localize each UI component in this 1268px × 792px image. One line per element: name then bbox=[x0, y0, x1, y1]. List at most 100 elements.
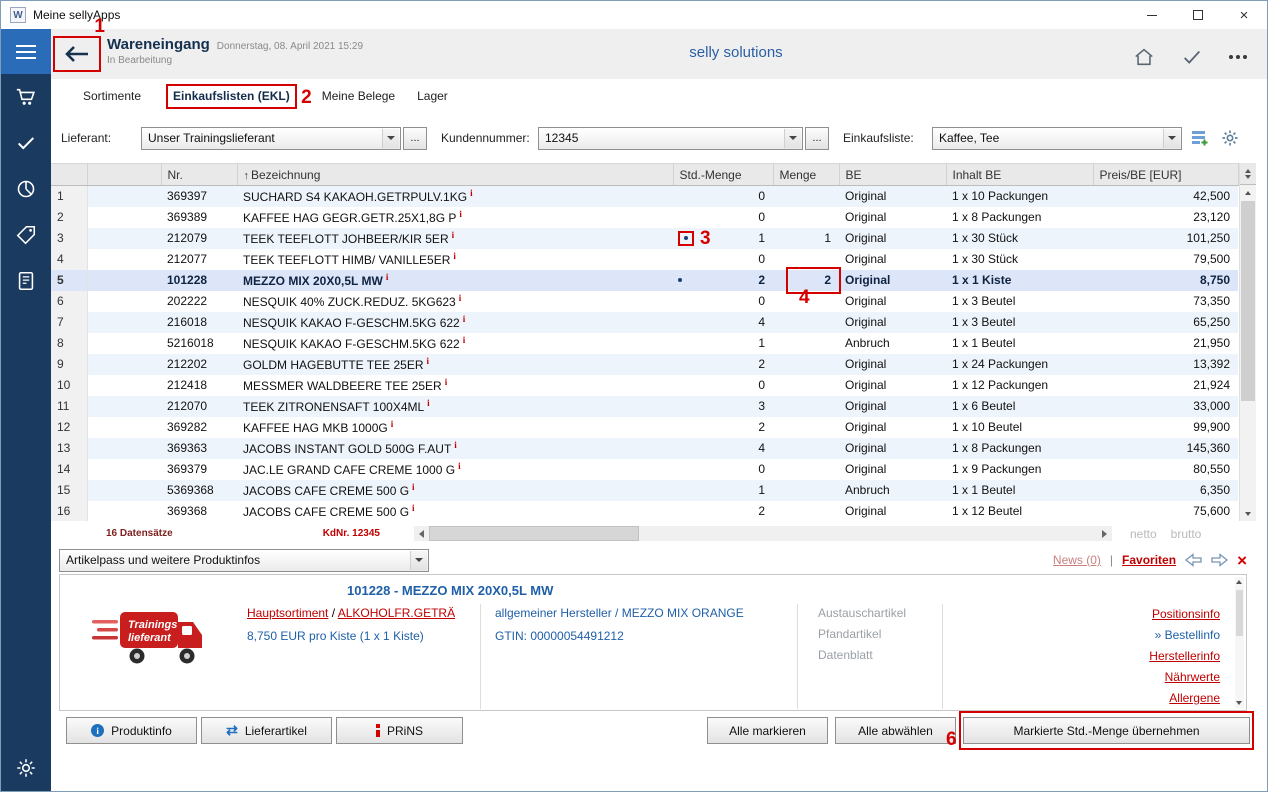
article-info-icon[interactable]: i bbox=[459, 209, 462, 219]
cell-menge[interactable] bbox=[773, 312, 839, 333]
kundennummer-more-button[interactable]: ... bbox=[805, 127, 829, 150]
cell-menge[interactable] bbox=[773, 291, 839, 312]
allergene-link[interactable]: Allergene bbox=[1169, 691, 1220, 705]
table-row[interactable]: 4212077TEEK TEEFLOTT HIMB/ VANILLE5ERi0O… bbox=[51, 249, 1238, 270]
article-info-icon[interactable]: i bbox=[427, 356, 430, 366]
article-info-icon[interactable]: i bbox=[452, 230, 455, 240]
article-info-icon[interactable]: i bbox=[470, 188, 473, 198]
cell-menge[interactable] bbox=[773, 375, 839, 396]
table-row[interactable]: 6202222NESQUIK 40% ZUCK.REDUZ. 5KG623i0O… bbox=[51, 291, 1238, 312]
col-std-menge[interactable]: Std.-Menge bbox=[673, 164, 773, 186]
minimize-button[interactable] bbox=[1129, 1, 1175, 29]
sidebar-item-prices[interactable] bbox=[1, 212, 51, 258]
article-info-icon[interactable]: i bbox=[454, 440, 457, 450]
table-row[interactable]: 85216018NESQUIK KAKAO F-GESCHM.5KG 622i1… bbox=[51, 333, 1238, 354]
cell-menge[interactable] bbox=[773, 417, 839, 438]
herstellerinfo-link[interactable]: Herstellerinfo bbox=[1149, 649, 1220, 663]
positionsinfo-link[interactable]: Positionsinfo bbox=[1152, 607, 1220, 621]
lieferant-more-button[interactable]: ... bbox=[403, 127, 427, 150]
table-row[interactable]: 13369363JACOBS INSTANT GOLD 500G F.AUTi4… bbox=[51, 438, 1238, 459]
scroll-down-icon[interactable] bbox=[1240, 506, 1256, 521]
table-row[interactable]: 11212070TEEK ZITRONENSAFT 100X4MLi3Origi… bbox=[51, 396, 1238, 417]
cell-menge[interactable] bbox=[773, 459, 839, 480]
detail-scrollbar-thumb[interactable] bbox=[1236, 590, 1243, 636]
alle-markieren-button[interactable]: Alle markieren bbox=[707, 717, 828, 744]
cell-menge[interactable] bbox=[773, 396, 839, 417]
maximize-button[interactable] bbox=[1175, 1, 1221, 29]
cell-menge[interactable] bbox=[773, 207, 839, 228]
cell-menge[interactable]: 1 bbox=[773, 228, 839, 249]
prins-button[interactable]: PRiNS bbox=[336, 717, 463, 744]
detail-scrollbar[interactable] bbox=[1235, 577, 1244, 708]
cell-menge[interactable] bbox=[773, 480, 839, 501]
sidebar-item-settings[interactable] bbox=[1, 745, 51, 791]
tab-lager[interactable]: Lager bbox=[417, 89, 448, 103]
tab-sortimente[interactable]: Sortimente bbox=[83, 89, 141, 103]
netto-toggle[interactable]: netto bbox=[1130, 527, 1157, 541]
naehrwerte-link[interactable]: Nährwerte bbox=[1165, 670, 1220, 684]
table-row[interactable]: 9212202GOLDM HAGEBUTTE TEE 25ERi2Origina… bbox=[51, 354, 1238, 375]
lieferartikel-button[interactable]: ⇄ Lieferartikel bbox=[201, 717, 332, 744]
einkaufsliste-select[interactable]: Kaffee, Tee bbox=[932, 127, 1182, 150]
produktinfo-button[interactable]: i Produktinfo bbox=[66, 717, 197, 744]
cell-menge[interactable] bbox=[773, 501, 839, 522]
table-row[interactable]: 7216018NESQUIK KAKAO F-GESCHM.5KG 622i4O… bbox=[51, 312, 1238, 333]
brutto-toggle[interactable]: brutto bbox=[1171, 527, 1202, 541]
scroll-right-icon[interactable] bbox=[1097, 526, 1112, 541]
cell-menge[interactable] bbox=[773, 333, 839, 354]
table-row[interactable]: 10212418MESSMER WALDBEERE TEE 25ERi0Orig… bbox=[51, 375, 1238, 396]
table-row[interactable]: 155369368JACOBS CAFE CREME 500 Gi1Anbruc… bbox=[51, 480, 1238, 501]
article-info-icon[interactable]: i bbox=[391, 419, 394, 429]
scroll-left-icon[interactable] bbox=[414, 526, 429, 541]
sidebar-item-statistics[interactable] bbox=[1, 166, 51, 212]
article-info-icon[interactable]: i bbox=[412, 503, 415, 513]
col-inhalt-be[interactable]: Inhalt BE bbox=[946, 164, 1093, 186]
table-row[interactable]: 3212079TEEK TEEFLOTT JOHBEER/KIR 5ERi311… bbox=[51, 228, 1238, 249]
more-menu-icon[interactable] bbox=[1229, 46, 1247, 68]
table-row[interactable]: 2369389KAFFEE HAG GEGR.GETR.25X1,8G Pi0O… bbox=[51, 207, 1238, 228]
cell-menge[interactable] bbox=[773, 186, 839, 207]
table-row[interactable]: 12369282KAFFEE HAG MKB 1000Gi2Original1 … bbox=[51, 417, 1238, 438]
alle-abwaehlen-button[interactable]: Alle abwählen bbox=[835, 717, 956, 744]
tab-einkaufslisten[interactable]: Einkaufslisten (EKL) 2 bbox=[173, 89, 290, 103]
warengruppe-link[interactable]: ALKOHOLFR.GETRÄ bbox=[338, 606, 455, 620]
sidebar-item-cart[interactable] bbox=[1, 74, 51, 120]
hscroll-thumb[interactable] bbox=[429, 526, 639, 541]
lieferant-select[interactable]: Unser Trainingslieferant bbox=[141, 127, 401, 150]
sidebar-item-catalog[interactable] bbox=[1, 258, 51, 304]
kundennummer-select[interactable]: 12345 bbox=[538, 127, 803, 150]
tab-meine-belege[interactable]: Meine Belege bbox=[322, 89, 395, 103]
cell-menge[interactable] bbox=[773, 438, 839, 459]
col-preis[interactable]: Preis/BE [EUR] bbox=[1093, 164, 1238, 186]
cell-menge[interactable] bbox=[773, 354, 839, 375]
article-info-icon[interactable]: i bbox=[463, 314, 466, 324]
uebernehmen-button[interactable]: Markierte Std.-Menge übernehmen bbox=[963, 717, 1250, 744]
cell-menge[interactable] bbox=[773, 249, 839, 270]
col-nr[interactable]: Nr. bbox=[161, 164, 237, 186]
close-button[interactable]: × bbox=[1221, 1, 1267, 29]
home-icon[interactable] bbox=[1133, 46, 1155, 68]
add-list-icon[interactable] bbox=[1188, 126, 1212, 150]
article-info-icon[interactable]: i bbox=[427, 398, 430, 408]
prev-arrow-icon[interactable] bbox=[1185, 553, 1202, 567]
article-info-icon[interactable]: i bbox=[453, 251, 456, 261]
table-row[interactable]: 16369368JACOBS CAFE CREME 500 Gi2Origina… bbox=[51, 501, 1238, 522]
col-menge[interactable]: Menge bbox=[773, 164, 839, 186]
article-info-icon[interactable]: i bbox=[458, 461, 461, 471]
back-button[interactable]: 1 bbox=[57, 39, 97, 69]
horizontal-scrollbar[interactable] bbox=[414, 526, 1112, 541]
favoriten-link[interactable]: Favoriten bbox=[1122, 553, 1176, 567]
article-info-icon[interactable]: i bbox=[386, 272, 389, 282]
vertical-scrollbar[interactable] bbox=[1239, 163, 1256, 521]
article-info-icon[interactable]: i bbox=[459, 293, 462, 303]
article-info-icon[interactable]: i bbox=[463, 335, 466, 345]
confirm-check-icon[interactable] bbox=[1181, 46, 1203, 68]
hscroll-track[interactable] bbox=[429, 526, 1097, 541]
article-info-icon[interactable]: i bbox=[445, 377, 448, 387]
column-options-icon[interactable] bbox=[1240, 163, 1256, 185]
cell-menge[interactable]: 24 bbox=[773, 270, 839, 291]
bestellinfo-link[interactable]: » Bestellinfo bbox=[1155, 628, 1220, 642]
col-be[interactable]: BE bbox=[839, 164, 946, 186]
hauptsortiment-link[interactable]: Hauptsortiment bbox=[247, 606, 328, 620]
news-link[interactable]: News (0) bbox=[1053, 553, 1101, 567]
